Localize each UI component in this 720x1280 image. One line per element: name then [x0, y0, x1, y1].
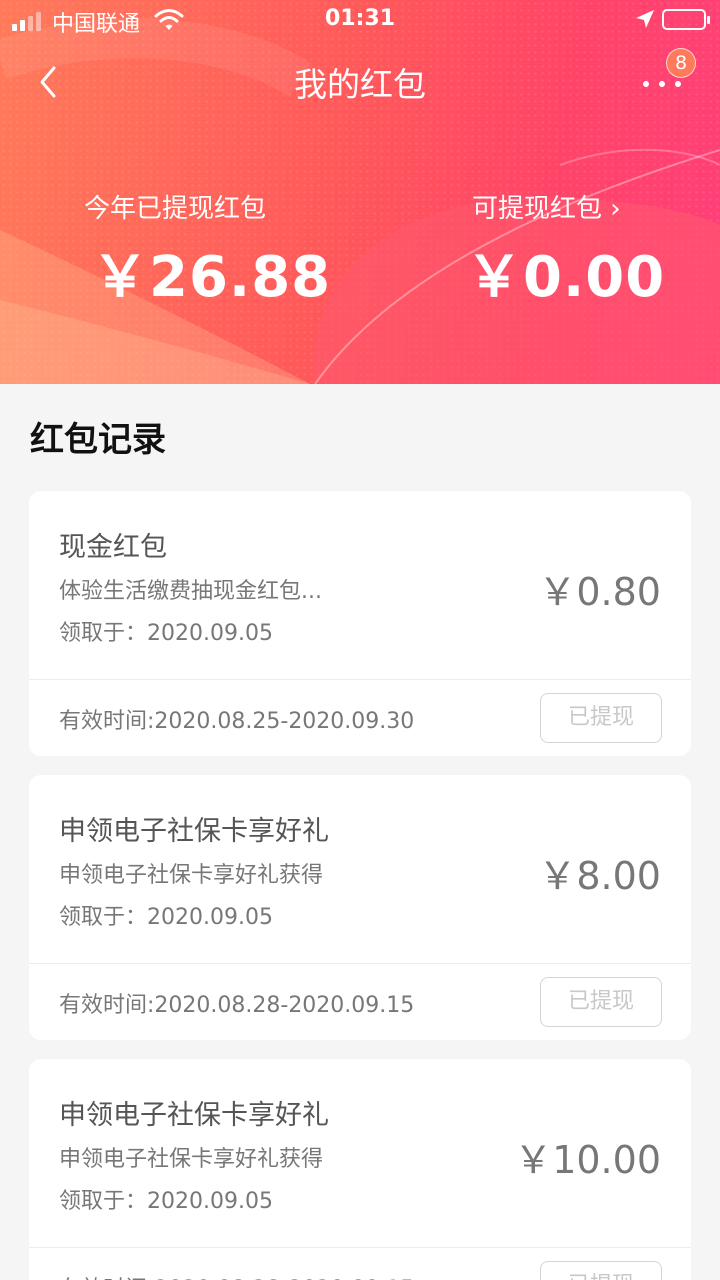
status-bar: 中国联通 01:31 [0, 0, 720, 40]
record-name: 现金红包 [59, 532, 167, 563]
records-section-title: 红包记录 [30, 420, 166, 460]
header-banner: 中国联通 01:31 我的红包 8 今年已提现红包 ￥26.88 可提现红包 ›… [0, 0, 720, 384]
withdrawn-status-button[interactable]: 已提现 [540, 693, 662, 743]
record-card[interactable]: 申领电子社保卡享好礼 申领电子社保卡享好礼获得 领取于：2020.09.05 ￥… [29, 1059, 691, 1280]
withdrawn-status-button[interactable]: 已提现 [540, 1261, 662, 1280]
notification-badge: 8 [666, 48, 696, 78]
record-card[interactable]: 现金红包 体验生活缴费抽现金红包... 领取于：2020.09.05 ￥0.80… [29, 491, 691, 756]
record-valid-period: 有效时间:2020.08.25-2020.09.30 [59, 709, 415, 734]
record-name: 申领电子社保卡享好礼 [59, 816, 329, 847]
record-card[interactable]: 申领电子社保卡享好礼 申领电子社保卡享好礼获得 领取于：2020.09.05 ￥… [29, 775, 691, 1040]
page-title: 我的红包 [294, 65, 426, 104]
record-valid-period: 有效时间:2020.08.28-2020.09.15 [59, 993, 415, 1018]
record-amount: ￥10.00 [514, 1138, 661, 1182]
record-amount: ￥8.00 [538, 854, 661, 898]
battery-icon [662, 9, 710, 30]
record-description: 申领电子社保卡享好礼获得 [59, 1147, 324, 1172]
record-description: 体验生活缴费抽现金红包... [59, 579, 322, 604]
record-received-date: 领取于：2020.09.05 [59, 621, 273, 646]
withdrawn-amount: ￥26.88 [92, 245, 332, 310]
divider [29, 963, 691, 964]
record-received-date: 领取于：2020.09.05 [59, 1189, 273, 1214]
record-name: 申领电子社保卡享好礼 [59, 1100, 329, 1131]
record-description: 申领电子社保卡享好礼获得 [59, 863, 324, 888]
available-link[interactable]: 可提现红包 › [472, 188, 621, 225]
divider [29, 1247, 691, 1248]
available-amount: ￥0.00 [466, 245, 666, 310]
clock: 01:31 [324, 6, 396, 31]
location-arrow-icon [636, 10, 654, 28]
record-received-date: 领取于：2020.09.05 [59, 905, 273, 930]
divider [29, 679, 691, 680]
record-amount: ￥0.80 [538, 570, 661, 614]
record-valid-period: 有效时间:2020.08.28-2020.09.15 [59, 1271, 414, 1280]
withdrawn-label: 今年已提现红包 [84, 194, 267, 224]
withdrawn-status-button[interactable]: 已提现 [540, 977, 662, 1027]
